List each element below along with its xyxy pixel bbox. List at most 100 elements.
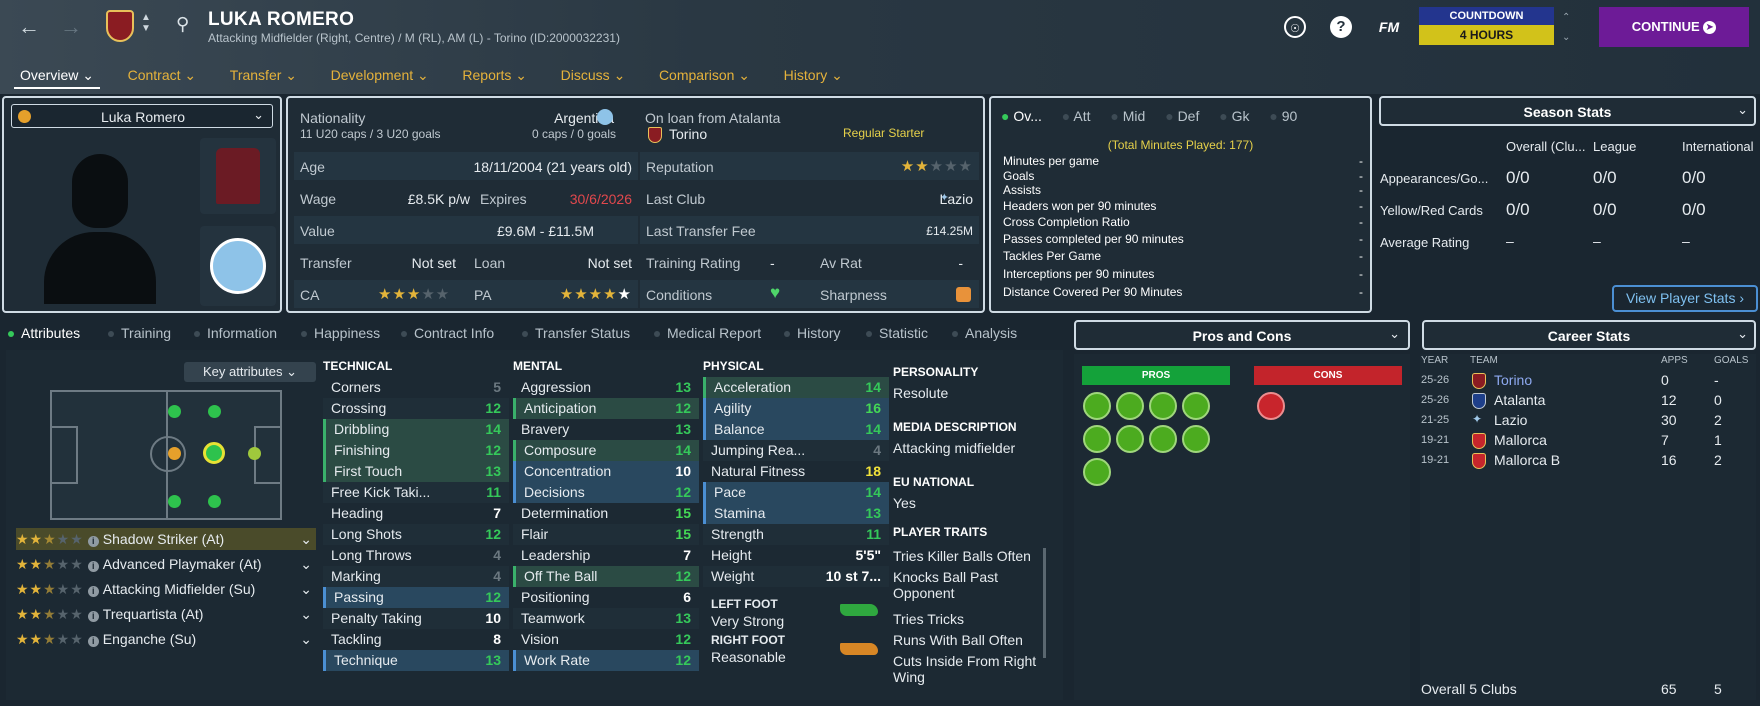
con-trait-icon[interactable] <box>1257 392 1285 420</box>
attribute-row[interactable]: Determination 15 <box>513 503 699 524</box>
attribute-row[interactable]: Off The Ball 12 <box>513 566 699 587</box>
attribute-row[interactable]: Height 5'5" <box>703 545 889 566</box>
pro-trait-icon[interactable] <box>1149 392 1177 420</box>
career-row[interactable]: 21-25 ✦ Lazio 30 2 <box>1420 412 1750 432</box>
career-team[interactable]: Mallorca <box>1494 432 1547 448</box>
subtab-history[interactable]: History <box>784 325 841 341</box>
attribute-row[interactable]: Composure 14 <box>513 440 699 461</box>
career-team[interactable]: Torino <box>1494 372 1532 388</box>
attribute-row[interactable]: Concentration 10 <box>513 461 699 482</box>
attribute-row[interactable]: Long Shots 12 <box>323 524 509 545</box>
tab-history[interactable]: History ⌄ <box>778 64 849 87</box>
tab-discuss[interactable]: Discuss ⌄ <box>555 64 632 87</box>
pro-trait-icon[interactable] <box>1182 425 1210 453</box>
tab-comparison[interactable]: Comparison ⌄ <box>653 64 756 87</box>
tab-overview[interactable]: Overview ⌄ <box>14 64 100 89</box>
career-row[interactable]: 19-21 Mallorca 7 1 <box>1420 432 1750 452</box>
info-icon[interactable]: i <box>87 536 99 547</box>
attribute-row[interactable]: Dribbling 14 <box>323 419 509 440</box>
stats-tab-att[interactable]: ● Att <box>1062 108 1091 124</box>
forward-arrow-icon[interactable]: → <box>60 14 82 40</box>
career-team[interactable]: Atalanta <box>1494 392 1545 408</box>
attribute-row[interactable]: Free Kick Taki... 11 <box>323 482 509 503</box>
view-player-stats-button[interactable]: View Player Stats › <box>1612 285 1758 312</box>
attribute-row[interactable]: Finishing 12 <box>323 440 509 461</box>
subtab-analysis[interactable]: Analysis <box>952 325 1017 341</box>
attribute-row[interactable]: Acceleration 14 <box>703 377 889 398</box>
attribute-row[interactable]: Agility 16 <box>703 398 889 419</box>
role-row[interactable]: ★★★★★ i Trequartista (At) ⌄ <box>16 603 316 625</box>
subtab-attributes[interactable]: Attributes <box>8 325 80 341</box>
attribute-row[interactable]: Marking 4 <box>323 566 509 587</box>
attribute-row[interactable]: Jumping Rea... 4 <box>703 440 889 461</box>
career-stats-header[interactable]: Career Stats ⌄ <box>1422 320 1756 350</box>
info-icon[interactable]: i <box>87 561 99 572</box>
subtab-training[interactable]: Training <box>108 325 171 341</box>
back-arrow-icon[interactable]: ← <box>18 14 40 40</box>
help-icon[interactable]: ? <box>1330 16 1352 38</box>
role-row[interactable]: ★★★★★ i Attacking Midfielder (Su) ⌄ <box>16 578 316 600</box>
last-club-value[interactable]: Lazio <box>940 191 973 207</box>
subtab-contract-info[interactable]: Contract Info <box>401 325 494 341</box>
role-row[interactable]: ★★★★★ i Advanced Playmaker (At) ⌄ <box>16 553 316 575</box>
chevron-down-icon[interactable]: ⌄ <box>300 553 312 575</box>
stats-tab-def[interactable]: ● Def <box>1165 108 1199 124</box>
career-row[interactable]: 25-26 Torino 0 - <box>1420 372 1750 392</box>
subtab-medical-report[interactable]: Medical Report <box>654 325 761 341</box>
tab-contract[interactable]: Contract ⌄ <box>122 64 203 87</box>
attribute-row[interactable]: Flair 15 <box>513 524 699 545</box>
attribute-row[interactable]: Decisions 12 <box>513 482 699 503</box>
attribute-row[interactable]: First Touch 13 <box>323 461 509 482</box>
attribute-row[interactable]: Work Rate 12 <box>513 650 699 671</box>
attribute-row[interactable]: Natural Fitness 18 <box>703 461 889 482</box>
search-icon[interactable]: ⚲ <box>176 14 189 35</box>
attribute-row[interactable]: Strength 11 <box>703 524 889 545</box>
attribute-row[interactable]: Corners 5 <box>323 377 509 398</box>
pro-trait-icon[interactable] <box>1116 392 1144 420</box>
career-row[interactable]: 19-21 Mallorca B 16 2 <box>1420 452 1750 472</box>
attribute-row[interactable]: Balance 14 <box>703 419 889 440</box>
season-stats-header[interactable]: Season Stats ⌄ <box>1379 96 1756 126</box>
key-attributes-dropdown[interactable]: Key attributes ⌄ <box>184 362 316 382</box>
role-row[interactable]: ★★★★★ i Enganche (Su) ⌄ <box>16 628 316 650</box>
attribute-row[interactable]: Teamwork 13 <box>513 608 699 629</box>
countdown-widget[interactable]: COUNTDOWN 4 HOURS <box>1419 7 1554 47</box>
attribute-row[interactable]: Aggression 13 <box>513 377 699 398</box>
info-icon[interactable]: i <box>87 636 99 647</box>
stats-tab-mid[interactable]: ● Mid <box>1110 108 1145 124</box>
info-icon[interactable]: i <box>87 586 99 597</box>
pro-trait-icon[interactable] <box>1182 392 1210 420</box>
attribute-row[interactable]: Leadership 7 <box>513 545 699 566</box>
pro-trait-icon[interactable] <box>1116 425 1144 453</box>
career-team[interactable]: Mallorca B <box>1494 452 1560 468</box>
countdown-chevron-icon[interactable]: ⌃ ⌄ <box>1562 8 1570 48</box>
attribute-row[interactable]: Bravery 13 <box>513 419 699 440</box>
attribute-row[interactable]: Technique 13 <box>323 650 509 671</box>
tab-transfer[interactable]: Transfer ⌄ <box>224 64 303 87</box>
attribute-row[interactable]: Tackling 8 <box>323 629 509 650</box>
attribute-row[interactable]: Heading 7 <box>323 503 509 524</box>
attribute-row[interactable]: Positioning 6 <box>513 587 699 608</box>
attribute-row[interactable]: Long Throws 4 <box>323 545 509 566</box>
subtab-transfer-status[interactable]: Transfer Status <box>522 325 630 341</box>
role-row[interactable]: ★★★★★ i Shadow Striker (At) ⌄ <box>16 528 316 550</box>
continue-button[interactable]: CONTINUE ➤ <box>1599 7 1749 47</box>
torino-crest-icon[interactable] <box>106 10 134 42</box>
info-icon[interactable]: i <box>87 611 99 622</box>
career-row[interactable]: 25-26 Atalanta 12 0 <box>1420 392 1750 412</box>
chevron-down-icon[interactable]: ⌄ <box>300 578 312 600</box>
pro-trait-icon[interactable] <box>1149 425 1177 453</box>
subtab-information[interactable]: Information <box>194 325 277 341</box>
stats-tab-overview[interactable]: ● Ov... <box>1001 108 1042 124</box>
tab-reports[interactable]: Reports ⌄ <box>456 64 533 87</box>
stats-tab-90[interactable]: ● 90 <box>1269 108 1297 124</box>
chevron-down-icon[interactable]: ⌄ <box>300 603 312 625</box>
stats-tab-gk[interactable]: ● Gk <box>1219 108 1249 124</box>
tab-development[interactable]: Development ⌄ <box>325 64 435 87</box>
player-select-dropdown[interactable]: Luka Romero ⌄ <box>11 104 273 128</box>
chevron-down-icon[interactable]: ⌄ <box>300 628 312 650</box>
chevron-down-icon[interactable]: ⌄ <box>300 528 312 550</box>
attribute-row[interactable]: Anticipation 12 <box>513 398 699 419</box>
pros-cons-header[interactable]: Pros and Cons ⌄ <box>1074 320 1410 350</box>
pro-trait-icon[interactable] <box>1083 425 1111 453</box>
